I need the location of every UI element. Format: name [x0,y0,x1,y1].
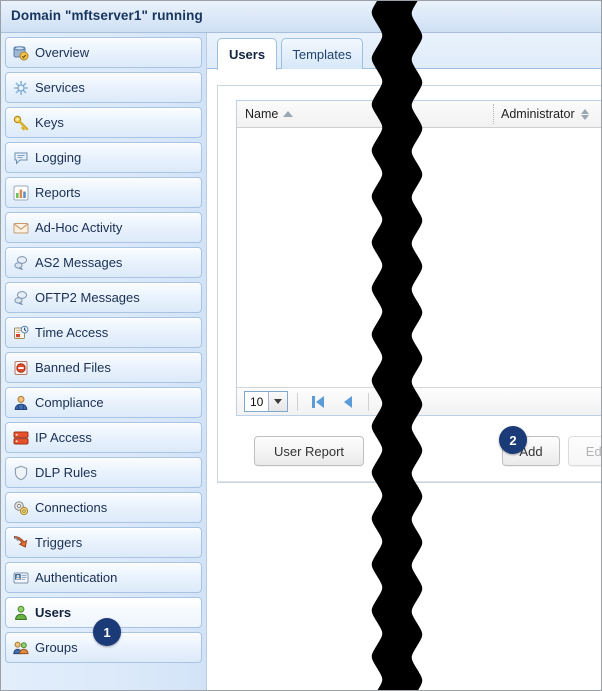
tab-templates[interactable]: Templates [281,38,363,69]
sidebar-item-triggers[interactable]: Triggers [5,527,202,558]
sidebar-item-label: Triggers [35,535,83,550]
user-report-button[interactable]: User Report [254,436,364,466]
column-header-administrator[interactable]: Administrator [501,101,590,127]
previous-page-icon [344,395,352,408]
logging-icon [13,150,29,166]
time-access-icon [13,325,29,341]
key-icon [13,115,29,131]
sidebar-item-overview[interactable]: Overview [5,37,202,68]
column-header-name-label: Name [245,107,279,121]
callout-badge-1: 1 [93,618,121,646]
edit-button-label: Edit [585,443,602,459]
content-pane: Users Templates Name Administrator 10 Us… [207,33,601,690]
ip-access-icon [13,430,29,446]
column-header-administrator-label: Administrator [501,107,575,121]
sidebar-item-reports[interactable]: Reports [5,177,202,208]
reports-icon [13,185,29,201]
envelope-icon [13,220,29,236]
sidebar-item-label: Ad-Hoc Activity [35,220,123,235]
overview-icon [13,45,29,61]
sidebar-item-banned-files[interactable]: Banned Files [5,352,202,383]
grid-pager: 10 [237,387,601,415]
callout-badge-2: 2 [499,426,527,454]
column-header-name[interactable]: Name [245,101,294,127]
oftp2-messages-icon [13,290,29,306]
sidebar-item-logging[interactable]: Logging [5,142,202,173]
sidebar-item-label: Reports [35,185,81,200]
sort-both-icon [580,108,590,121]
sidebar-item-keys[interactable]: Keys [5,107,202,138]
sidebar-item-dlp-rules[interactable]: DLP Rules [5,457,202,488]
edit-button[interactable]: Edit [568,436,602,466]
first-page-icon [312,395,315,408]
authentication-icon [13,570,29,586]
sidebar-item-as2-messages[interactable]: AS2 Messages [5,247,202,278]
sidebar-item-label: OFTP2 Messages [35,290,140,305]
sidebar-item-label: Services [35,80,85,95]
dlp-rules-icon [13,465,29,481]
column-separator[interactable] [493,104,494,124]
services-icon [13,80,29,96]
tab-label: Users [228,47,266,62]
tab-strip: Users Templates [207,33,601,70]
sidebar-item-label: IP Access [35,430,92,445]
users-grid: Name Administrator 10 [236,100,601,416]
grid-header-row: Name Administrator [237,101,601,128]
sidebar-item-label: Connections [35,500,108,515]
first-page-button[interactable] [307,391,329,413]
sidebar-item-label: Overview [35,45,90,60]
sidebar-item-label: Authentication [35,570,118,585]
pager-divider [297,392,298,411]
banned-files-icon [13,360,29,376]
sidebar-item-label: Logging [35,150,82,165]
sidebar-item-oftp2-messages[interactable]: OFTP2 Messages [5,282,202,313]
users-panel: Name Administrator 10 User Report Add Ed [217,85,602,483]
sidebar-item-label: Groups [35,640,78,655]
user-report-button-label: User Report [273,443,345,459]
page-size-select[interactable]: 10 [244,391,288,412]
sidebar-item-label: Users [35,605,72,620]
application-window: Domain "mftserver1" running Overview Serv… [0,0,602,691]
sidebar-item-label: Compliance [35,395,104,410]
sidebar-item-label: Time Access [35,325,109,340]
previous-page-button[interactable] [337,391,359,413]
sort-ascending-icon [283,111,294,117]
sidebar-item-ip-access[interactable]: IP Access [5,422,202,453]
compliance-icon [13,395,29,411]
tab-label: Templates [292,46,352,62]
triggers-icon [13,535,29,551]
chevron-down-icon[interactable] [268,392,287,411]
sidebar-item-ad-hoc-activity[interactable]: Ad-Hoc Activity [5,212,202,243]
users-icon [13,605,29,621]
sidebar-item-compliance[interactable]: Compliance [5,387,202,418]
grid-body [237,128,601,386]
window-titlebar: Domain "mftserver1" running [1,1,601,33]
sidebar-item-label: Banned Files [35,360,111,375]
sidebar-item-label: AS2 Messages [35,255,123,270]
groups-icon [13,640,29,656]
sidebar-item-label: DLP Rules [35,465,97,480]
sidebar-item-services[interactable]: Services [5,72,202,103]
sidebar-navigation: Overview Services Keys Logging Reports Ad-Hoc… [1,33,207,690]
as2-messages-icon [13,255,29,271]
connections-icon [13,500,29,516]
sidebar-item-time-access[interactable]: Time Access [5,317,202,348]
sidebar-item-authentication[interactable]: Authentication [5,562,202,593]
panel-action-buttons: User Report Add Edit [236,436,602,474]
sidebar-item-connections[interactable]: Connections [5,492,202,523]
page-title: Domain "mftserver1" running [11,8,203,23]
pager-divider-2 [368,392,369,411]
panel-footer-divider [218,481,601,482]
sidebar-item-label: Keys [35,115,64,130]
tab-users[interactable]: Users [217,38,277,70]
page-size-value: 10 [250,394,264,409]
